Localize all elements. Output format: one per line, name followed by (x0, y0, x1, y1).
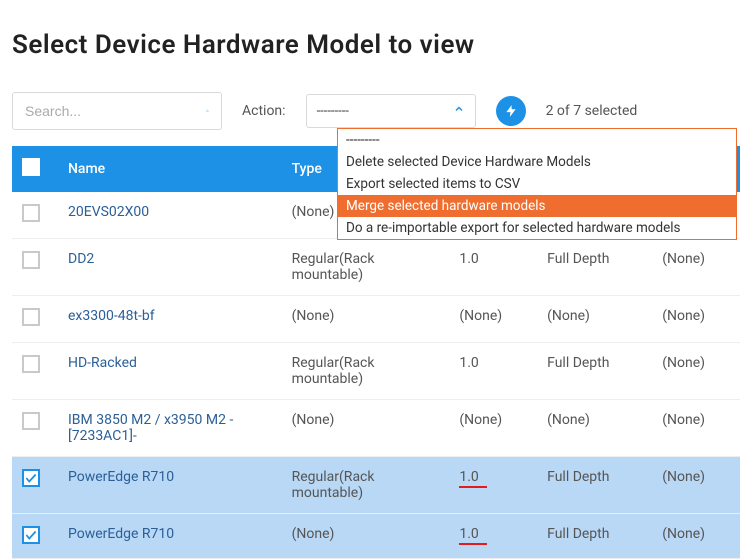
cell-type: (None) (282, 296, 450, 343)
selection-count: 2 of 7 selected (546, 103, 638, 119)
action-select[interactable]: --------- (306, 94, 476, 128)
cell-type: Regular(Rack mountable) (282, 457, 450, 514)
cell-c3: 1.0 (449, 343, 537, 400)
action-select-value: --------- (317, 104, 453, 119)
page-title: Select Device Hardware Model to view (12, 30, 740, 60)
search-input[interactable] (25, 103, 206, 119)
table-row: ex3300-48t-bf(None)(None)(None)(None) (12, 296, 740, 343)
action-option[interactable]: Merge selected hardware models (338, 195, 736, 217)
table-row: PowerEdge R710 Regular(Rack mountable)1.0… (12, 457, 740, 514)
table-row: DD2 Regular(Rack mountable)1.0Full Depth(… (12, 239, 740, 296)
action-dropdown: ---------Delete selected Device Hardware… (337, 128, 737, 240)
cell-type: (None) (282, 400, 450, 457)
row-checkbox[interactable] (22, 412, 40, 430)
cell-c4: Full Depth (537, 343, 652, 400)
check-icon (24, 528, 38, 542)
device-name-link[interactable]: PowerEdge R710 (68, 526, 174, 542)
cell-c5: (None) (652, 239, 740, 296)
device-name-link[interactable]: 20EVS02X00 (68, 204, 149, 220)
cell-c4: (None) (537, 296, 652, 343)
action-option[interactable]: Export selected items to CSV (338, 173, 736, 195)
table-row: HD-Racked Regular(Rack mountable)1.0Full … (12, 343, 740, 400)
action-option[interactable]: Delete selected Device Hardware Models (338, 151, 736, 173)
search-box[interactable] (12, 92, 222, 130)
lightning-icon (504, 104, 518, 118)
toolbar: Action: --------- 2 of 7 selected ------… (12, 92, 740, 130)
cell-c5: (None) (652, 457, 740, 514)
cell-type: Regular(Rack mountable) (282, 343, 450, 400)
device-name-link[interactable]: PowerEdge R710 (68, 469, 174, 485)
action-label: Action: (242, 103, 286, 119)
table-row: IBM 3850 M2 / x3950 M2 -[7233AC1]- (None)… (12, 400, 740, 457)
action-option[interactable]: --------- (338, 129, 736, 151)
cell-c5: (None) (652, 296, 740, 343)
header-checkbox-cell (12, 146, 58, 192)
device-name-link[interactable]: ex3300-48t-bf (68, 308, 155, 324)
cell-c3: 1.0 (449, 457, 537, 514)
cell-c5: (None) (652, 343, 740, 400)
action-go-button[interactable] (496, 96, 526, 126)
device-name-link[interactable]: DD2 (68, 251, 94, 267)
row-checkbox[interactable] (22, 469, 40, 487)
action-option[interactable]: Do a re-importable export for selected h… (338, 217, 736, 239)
cell-type: (None) (282, 514, 450, 559)
cell-c4: Full Depth (537, 457, 652, 514)
row-checkbox[interactable] (22, 355, 40, 373)
row-checkbox[interactable] (22, 308, 40, 326)
cell-c3: (None) (449, 400, 537, 457)
cell-c5: (None) (652, 514, 740, 559)
cell-c4: (None) (537, 400, 652, 457)
row-checkbox[interactable] (22, 526, 40, 544)
row-checkbox[interactable] (22, 204, 40, 222)
cell-type: Regular(Rack mountable) (282, 239, 450, 296)
check-icon (24, 471, 38, 485)
cell-c5: (None) (652, 400, 740, 457)
device-name-link[interactable]: IBM 3850 M2 / x3950 M2 -[7233AC1]- (68, 412, 233, 444)
col-name[interactable]: Name (58, 146, 282, 192)
cell-c3: (None) (449, 296, 537, 343)
select-all-checkbox[interactable] (22, 158, 40, 176)
search-icon (206, 102, 209, 120)
chevron-up-icon (453, 103, 465, 119)
cell-c3: 1.0 (449, 514, 537, 559)
cell-c3: 1.0 (449, 239, 537, 296)
cell-c4: Full Depth (537, 514, 652, 559)
table-row: PowerEdge R710(None)1.0Full Depth(None) (12, 514, 740, 559)
device-name-link[interactable]: HD-Racked (68, 355, 137, 371)
cell-c4: Full Depth (537, 239, 652, 296)
row-checkbox[interactable] (22, 251, 40, 269)
